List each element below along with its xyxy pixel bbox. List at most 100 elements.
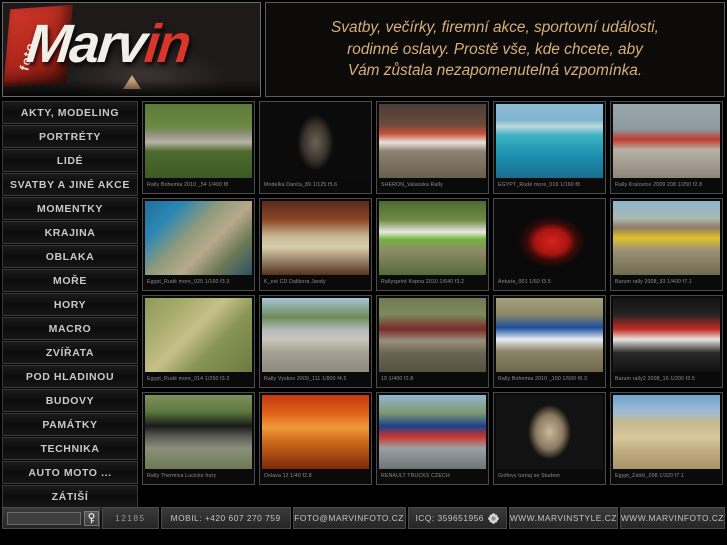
thumbnail-caption: Barum rally 2008_93 1/400 f7.1 — [615, 279, 692, 285]
thumbnail-caption: SHERON_Valasska Rally — [381, 182, 443, 188]
thumbnail-caption: Rally Bohemia 2010 _100 1/500 f6.3 — [498, 376, 588, 382]
key-icon[interactable] — [84, 510, 99, 526]
thumbnail-image[interactable] — [379, 104, 486, 178]
thumbnail-image[interactable] — [379, 201, 486, 275]
thumbnail-2-2[interactable]: 19 1/400 f2.8 — [376, 295, 489, 388]
sidebar-item-label: PAMÁTKY — [42, 418, 98, 431]
thumbnail-3-2[interactable]: RENAULT TRUCKS CZECH — [376, 392, 489, 485]
marvinfoto-link[interactable]: WWW.MARVINFOTO.CZ — [619, 507, 725, 529]
thumbnail-1-0[interactable]: Egypt_Rudé more_025 1/160 f3.3 — [142, 198, 255, 291]
thumbnail-image[interactable] — [496, 104, 603, 178]
icq-flower-icon — [488, 512, 499, 524]
sidebar-item-8[interactable]: HORY — [2, 293, 138, 316]
thumbnail-0-4[interactable]: Rally Kralovice 2009 208 1/250 f2.8 — [610, 101, 723, 194]
thumbnail-caption: 19 1/400 f2.8 — [381, 376, 414, 382]
slogan-text: Svatby, večírky, firemní akce, sportovní… — [323, 17, 667, 83]
thumbnail-caption: Egypt_Rudé more_025 1/160 f3.3 — [147, 279, 230, 285]
thumbnail-image[interactable] — [145, 201, 252, 275]
sidebar-item-label: ZVÍŘATA — [45, 346, 95, 359]
thumbnail-image[interactable] — [379, 298, 486, 372]
thumbnail-image[interactable] — [262, 104, 369, 178]
sidebar-item-6[interactable]: OBLAKA — [2, 245, 138, 268]
thumbnail-1-1[interactable]: K_est CD Dalibora Jandy — [259, 198, 372, 291]
marvinstyle-link[interactable]: WWW.MARVINSTYLE.CZ — [508, 507, 618, 529]
sidebar-item-2[interactable]: LIDÉ — [2, 149, 138, 172]
sidebar-item-label: ZÁTIŠÍ — [51, 490, 89, 503]
sidebar-item-10[interactable]: ZVÍŘATA — [2, 341, 138, 364]
thumbnail-0-0[interactable]: Rally Bohemia 2010 _54 1/400 f8 — [142, 101, 255, 194]
thumbnail-image[interactable] — [262, 201, 369, 275]
logo-wordmark: Marvin — [23, 14, 193, 74]
thumbnail-image[interactable] — [145, 298, 252, 372]
search-input[interactable] — [7, 511, 81, 525]
thumbnail-caption: Rally Thermica Lucicke hory — [147, 473, 217, 479]
slogan-panel: Svatby, večírky, firemní akce, sportovní… — [265, 2, 725, 97]
thumbnail-3-0[interactable]: Rally Thermica Lucicke hory — [142, 392, 255, 485]
thumbnail-0-1[interactable]: Modelka Danča_89 1/125 f5.6 — [259, 101, 372, 194]
sidebar-item-label: MACRO — [48, 322, 92, 335]
thumbnail-caption: Barum rally2 2008_16 1/200 f3.5 — [615, 376, 695, 382]
gallery-row: Egypt_Rudé more_025 1/160 f3.3 K_est CD D… — [140, 198, 725, 295]
gallery-row: Rally Bohemia 2010 _54 1/400 f8 Modelka D… — [140, 101, 725, 198]
thumbnail-image[interactable] — [613, 201, 720, 275]
sidebar-item-12[interactable]: BUDOVY — [2, 389, 138, 412]
thumbnail-image[interactable] — [262, 298, 369, 372]
thumbnail-caption: Rally Vyskov 2009_111 1/800 f4.5 — [264, 376, 347, 382]
thumbnail-caption: RENAULT TRUCKS CZECH — [381, 473, 450, 479]
category-sidebar: AKTY, MODELING PORTRÉTY LIDÉ SVATBY A JINÉ … — [0, 99, 140, 545]
email-link[interactable]: FOTO@MARVINFOTO.CZ — [292, 507, 406, 529]
thumbnail-image[interactable] — [496, 395, 603, 469]
site-footer: 12185 MOBIL: +420 607 270 759 FOTO@MARVI… — [0, 507, 727, 529]
thumbnail-image[interactable] — [613, 104, 720, 178]
thumbnail-0-3[interactable]: EGYPT_Rudé more_019 1/160 f8 — [493, 101, 606, 194]
thumbnail-1-3[interactable]: Anturie_001 1/60 f3.5 — [493, 198, 606, 291]
thumbnail-1-4[interactable]: Barum rally 2008_93 1/400 f7.1 — [610, 198, 723, 291]
thumbnail-0-2[interactable]: SHERON_Valasska Rally — [376, 101, 489, 194]
logo-shadow — [3, 80, 260, 96]
thumbnail-caption: Rally Bohemia 2010 _54 1/400 f8 — [147, 182, 229, 188]
sidebar-item-11[interactable]: POD HLADINOU — [2, 365, 138, 388]
thumbnail-image[interactable] — [613, 395, 720, 469]
thumbnail-image[interactable] — [379, 395, 486, 469]
sidebar-item-1[interactable]: PORTRÉTY — [2, 125, 138, 148]
sidebar-item-5[interactable]: KRAJINA — [2, 221, 138, 244]
sidebar-item-9[interactable]: MACRO — [2, 317, 138, 340]
thumbnail-1-2[interactable]: Rallysprint Kopna 2010 1/640 f3.2 — [376, 198, 489, 291]
bottom-filler — [0, 529, 727, 545]
icq-label: ICQ: 359651956 — [415, 513, 484, 523]
sidebar-item-3[interactable]: SVATBY A JINÉ AKCE — [2, 173, 138, 196]
sidebar-item-4[interactable]: MOMENTKY — [2, 197, 138, 220]
thumbnail-caption: EGYPT_Rudé more_019 1/160 f8 — [498, 182, 581, 188]
sidebar-item-label: POD HLADINOU — [25, 370, 115, 383]
sidebar-item-13[interactable]: PAMÁTKY — [2, 413, 138, 436]
thumbnail-caption: Rallysprint Kopna 2010 1/640 f3.2 — [381, 279, 465, 285]
thumbnail-3-1[interactable]: Oslava 12 1/40 f2.8 — [259, 392, 372, 485]
sidebar-item-7[interactable]: MOŘE — [2, 269, 138, 292]
icq-cell[interactable]: ICQ: 359651956 — [407, 507, 507, 529]
thumbnail-caption: Golfovy turnaj se Studem — [498, 473, 560, 479]
sidebar-item-label: BUDOVY — [45, 394, 95, 407]
phone-label[interactable]: MOBIL: +420 607 270 759 — [160, 507, 291, 529]
thumbnail-image[interactable] — [145, 395, 252, 469]
site-logo[interactable]: foto Marvin — [2, 2, 261, 97]
sidebar-item-15[interactable]: AUTO MOTO ... — [2, 461, 138, 484]
site-header: foto Marvin Svatby, večírky, firemní akc… — [0, 0, 727, 99]
thumbnail-image[interactable] — [496, 201, 603, 275]
search-cell — [2, 507, 100, 529]
thumbnail-3-4[interactable]: Egypt_Zátiší_098 1/320 f7.1 — [610, 392, 723, 485]
thumbnail-image[interactable] — [145, 104, 252, 178]
sidebar-item-16[interactable]: ZÁTIŠÍ — [2, 485, 138, 508]
gallery-row: Rally Thermica Lucicke hory Oslava 12 1/4… — [140, 392, 725, 489]
thumbnail-2-4[interactable]: Barum rally2 2008_16 1/200 f3.5 — [610, 295, 723, 388]
thumbnail-image[interactable] — [496, 298, 603, 372]
sidebar-item-label: AKTY, MODELING — [20, 106, 120, 119]
sidebar-item-0[interactable]: AKTY, MODELING — [2, 101, 138, 124]
thumbnail-2-3[interactable]: Rally Bohemia 2010 _100 1/500 f6.3 — [493, 295, 606, 388]
thumbnail-2-0[interactable]: Egypt_Rudé more_014 1/250 f3.3 — [142, 295, 255, 388]
slogan-line-2: rodinné oslavy. Prostě vše, kde chcete, … — [347, 40, 643, 58]
thumbnail-2-1[interactable]: Rally Vyskov 2009_111 1/800 f4.5 — [259, 295, 372, 388]
thumbnail-image[interactable] — [613, 298, 720, 372]
thumbnail-3-3[interactable]: Golfovy turnaj se Studem — [493, 392, 606, 485]
thumbnail-image[interactable] — [262, 395, 369, 469]
sidebar-item-14[interactable]: TECHNIKA — [2, 437, 138, 460]
